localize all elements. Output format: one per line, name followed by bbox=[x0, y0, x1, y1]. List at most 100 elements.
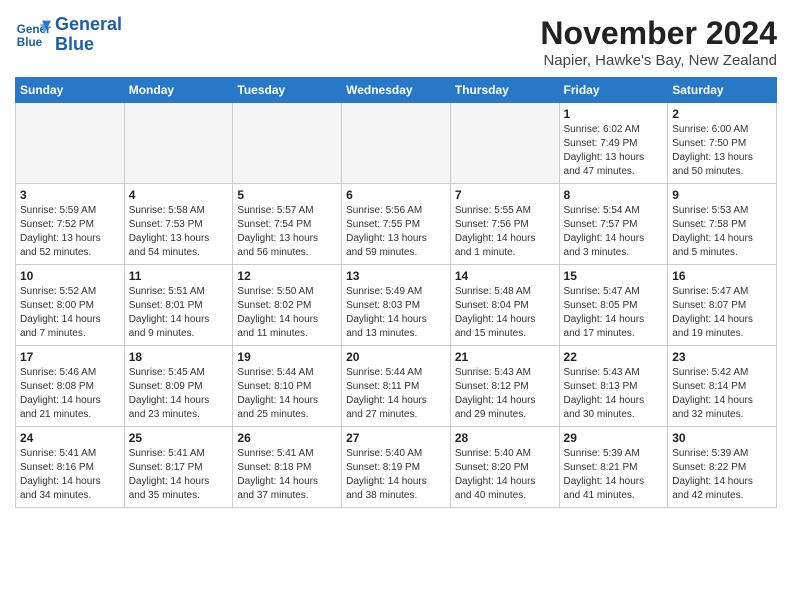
week-row-1: 1 Sunrise: 6:02 AM Sunset: 7:49 PM Daylig… bbox=[16, 103, 777, 184]
day-number: 28 bbox=[455, 431, 555, 445]
day-info: Sunrise: 5:48 AM Sunset: 8:04 PM Dayligh… bbox=[455, 285, 555, 341]
day-cell bbox=[342, 103, 451, 184]
day-cell: 17 Sunrise: 5:46 AM Sunset: 8:08 PM Dayli… bbox=[16, 346, 125, 427]
col-header-wednesday: Wednesday bbox=[342, 78, 451, 103]
week-row-5: 24 Sunrise: 5:41 AM Sunset: 8:16 PM Dayli… bbox=[16, 427, 777, 508]
day-number: 25 bbox=[129, 431, 229, 445]
calendar-table: SundayMondayTuesdayWednesdayThursdayFrid… bbox=[15, 77, 777, 508]
day-info: Sunrise: 5:53 AM Sunset: 7:58 PM Dayligh… bbox=[672, 204, 772, 260]
day-cell: 6Sunrise: 5:56 AM Sunset: 7:55 PM Daylig… bbox=[342, 184, 451, 265]
col-header-saturday: Saturday bbox=[668, 78, 777, 103]
day-number: 22 bbox=[564, 350, 664, 364]
col-header-sunday: Sunday bbox=[16, 78, 125, 103]
day-cell bbox=[450, 103, 559, 184]
week-row-3: 10Sunrise: 5:52 AM Sunset: 8:00 PM Dayli… bbox=[16, 265, 777, 346]
day-number: 19 bbox=[237, 350, 337, 364]
day-number: 5 bbox=[237, 188, 337, 202]
day-cell: 20 Sunrise: 5:44 AM Sunset: 8:11 PM Dayli… bbox=[342, 346, 451, 427]
day-info: Sunrise: 6:02 AM Sunset: 7:49 PM Dayligh… bbox=[564, 123, 664, 179]
day-cell: 3 Sunrise: 5:59 AM Sunset: 7:52 PM Daylig… bbox=[16, 184, 125, 265]
day-cell: 16Sunrise: 5:47 AM Sunset: 8:07 PM Dayli… bbox=[668, 265, 777, 346]
day-number: 20 bbox=[346, 350, 446, 364]
col-header-friday: Friday bbox=[559, 78, 668, 103]
day-info: Sunrise: 5:39 AM Sunset: 8:22 PM Dayligh… bbox=[672, 447, 772, 503]
day-cell: 12 Sunrise: 5:50 AM Sunset: 8:02 PM Dayli… bbox=[233, 265, 342, 346]
day-cell: 9 Sunrise: 5:53 AM Sunset: 7:58 PM Daylig… bbox=[668, 184, 777, 265]
day-info: Sunrise: 5:46 AM Sunset: 8:08 PM Dayligh… bbox=[20, 366, 120, 422]
col-header-tuesday: Tuesday bbox=[233, 78, 342, 103]
day-info: Sunrise: 5:44 AM Sunset: 8:11 PM Dayligh… bbox=[346, 366, 446, 422]
day-number: 12 bbox=[237, 269, 337, 283]
day-number: 30 bbox=[672, 431, 772, 445]
day-cell: 2 Sunrise: 6:00 AM Sunset: 7:50 PM Daylig… bbox=[668, 103, 777, 184]
day-info: Sunrise: 5:40 AM Sunset: 8:20 PM Dayligh… bbox=[455, 447, 555, 503]
day-cell: 19 Sunrise: 5:44 AM Sunset: 8:10 PM Dayli… bbox=[233, 346, 342, 427]
day-number: 4 bbox=[129, 188, 229, 202]
day-number: 10 bbox=[20, 269, 120, 283]
day-info: Sunrise: 5:58 AM Sunset: 7:53 PM Dayligh… bbox=[129, 204, 229, 260]
day-number: 3 bbox=[20, 188, 120, 202]
day-info: Sunrise: 5:50 AM Sunset: 8:02 PM Dayligh… bbox=[237, 285, 337, 341]
week-row-4: 17 Sunrise: 5:46 AM Sunset: 8:08 PM Dayli… bbox=[16, 346, 777, 427]
day-cell: 10Sunrise: 5:52 AM Sunset: 8:00 PM Dayli… bbox=[16, 265, 125, 346]
day-cell: 28 Sunrise: 5:40 AM Sunset: 8:20 PM Dayli… bbox=[450, 427, 559, 508]
day-info: Sunrise: 5:54 AM Sunset: 7:57 PM Dayligh… bbox=[564, 204, 664, 260]
day-info: Sunrise: 5:45 AM Sunset: 8:09 PM Dayligh… bbox=[129, 366, 229, 422]
day-cell: 30 Sunrise: 5:39 AM Sunset: 8:22 PM Dayli… bbox=[668, 427, 777, 508]
week-row-2: 3 Sunrise: 5:59 AM Sunset: 7:52 PM Daylig… bbox=[16, 184, 777, 265]
day-cell: 4 Sunrise: 5:58 AM Sunset: 7:53 PM Daylig… bbox=[124, 184, 233, 265]
day-cell: 26Sunrise: 5:41 AM Sunset: 8:18 PM Dayli… bbox=[233, 427, 342, 508]
day-info: Sunrise: 5:41 AM Sunset: 8:17 PM Dayligh… bbox=[129, 447, 229, 503]
day-cell: 8 Sunrise: 5:54 AM Sunset: 7:57 PM Daylig… bbox=[559, 184, 668, 265]
day-number: 1 bbox=[564, 107, 664, 121]
day-info: Sunrise: 5:55 AM Sunset: 7:56 PM Dayligh… bbox=[455, 204, 555, 260]
day-number: 8 bbox=[564, 188, 664, 202]
svg-text:Blue: Blue bbox=[17, 36, 43, 49]
day-cell: 18 Sunrise: 5:45 AM Sunset: 8:09 PM Dayli… bbox=[124, 346, 233, 427]
day-info: Sunrise: 5:40 AM Sunset: 8:19 PM Dayligh… bbox=[346, 447, 446, 503]
day-cell: 5 Sunrise: 5:57 AM Sunset: 7:54 PM Daylig… bbox=[233, 184, 342, 265]
day-number: 23 bbox=[672, 350, 772, 364]
day-cell: 22 Sunrise: 5:43 AM Sunset: 8:13 PM Dayli… bbox=[559, 346, 668, 427]
day-info: Sunrise: 5:47 AM Sunset: 8:05 PM Dayligh… bbox=[564, 285, 664, 341]
day-info: Sunrise: 5:43 AM Sunset: 8:13 PM Dayligh… bbox=[564, 366, 664, 422]
day-info: Sunrise: 5:41 AM Sunset: 8:16 PM Dayligh… bbox=[20, 447, 120, 503]
day-info: Sunrise: 6:00 AM Sunset: 7:50 PM Dayligh… bbox=[672, 123, 772, 179]
day-number: 26 bbox=[237, 431, 337, 445]
month-title: November 2024 bbox=[540, 15, 777, 52]
day-cell: 14 Sunrise: 5:48 AM Sunset: 8:04 PM Dayli… bbox=[450, 265, 559, 346]
day-info: Sunrise: 5:43 AM Sunset: 8:12 PM Dayligh… bbox=[455, 366, 555, 422]
day-info: Sunrise: 5:59 AM Sunset: 7:52 PM Dayligh… bbox=[20, 204, 120, 260]
day-number: 16 bbox=[672, 269, 772, 283]
day-number: 15 bbox=[564, 269, 664, 283]
day-cell: 24 Sunrise: 5:41 AM Sunset: 8:16 PM Dayli… bbox=[16, 427, 125, 508]
day-number: 7 bbox=[455, 188, 555, 202]
day-number: 18 bbox=[129, 350, 229, 364]
day-info: Sunrise: 5:56 AM Sunset: 7:55 PM Dayligh… bbox=[346, 204, 446, 260]
day-cell bbox=[124, 103, 233, 184]
page-header: General Blue General Blue November 2024 … bbox=[15, 15, 777, 69]
logo: General Blue General Blue bbox=[15, 15, 122, 55]
day-number: 14 bbox=[455, 269, 555, 283]
day-number: 17 bbox=[20, 350, 120, 364]
day-number: 9 bbox=[672, 188, 772, 202]
day-info: Sunrise: 5:44 AM Sunset: 8:10 PM Dayligh… bbox=[237, 366, 337, 422]
day-info: Sunrise: 5:42 AM Sunset: 8:14 PM Dayligh… bbox=[672, 366, 772, 422]
title-block: November 2024 Napier, Hawke's Bay, New Z… bbox=[540, 15, 777, 69]
day-cell: 27 Sunrise: 5:40 AM Sunset: 8:19 PM Dayli… bbox=[342, 427, 451, 508]
day-number: 27 bbox=[346, 431, 446, 445]
logo-icon: General Blue bbox=[15, 17, 51, 53]
day-info: Sunrise: 5:57 AM Sunset: 7:54 PM Dayligh… bbox=[237, 204, 337, 260]
logo-text-blue: Blue bbox=[55, 35, 122, 55]
day-cell: 23 Sunrise: 5:42 AM Sunset: 8:14 PM Dayli… bbox=[668, 346, 777, 427]
header-row: SundayMondayTuesdayWednesdayThursdayFrid… bbox=[16, 78, 777, 103]
day-cell: 15 Sunrise: 5:47 AM Sunset: 8:05 PM Dayli… bbox=[559, 265, 668, 346]
day-cell bbox=[233, 103, 342, 184]
day-number: 29 bbox=[564, 431, 664, 445]
logo-text-general: General bbox=[55, 15, 122, 35]
day-cell: 29Sunrise: 5:39 AM Sunset: 8:21 PM Dayli… bbox=[559, 427, 668, 508]
day-info: Sunrise: 5:49 AM Sunset: 8:03 PM Dayligh… bbox=[346, 285, 446, 341]
day-number: 24 bbox=[20, 431, 120, 445]
location-subtitle: Napier, Hawke's Bay, New Zealand bbox=[540, 52, 777, 69]
day-number: 2 bbox=[672, 107, 772, 121]
